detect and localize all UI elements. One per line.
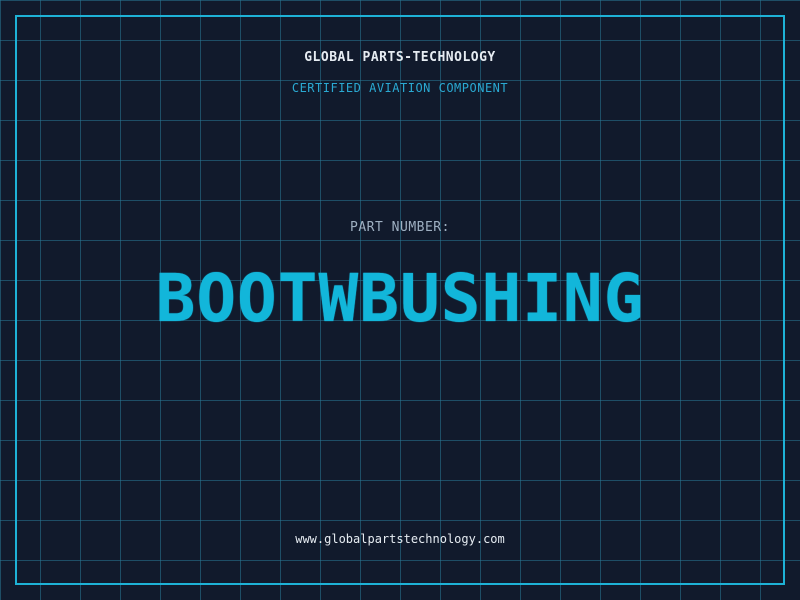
part-number-value: BOOTWBUSHING: [155, 260, 645, 337]
website-url: www.globalpartstechnology.com: [295, 532, 505, 546]
certificate-page: { "header": { "company": "GLOBAL PARTS-T…: [0, 0, 800, 600]
part-number-label: PART NUMBER:: [350, 220, 450, 235]
certification-subtitle: CERTIFIED AVIATION COMPONENT: [291, 81, 509, 95]
company-name: GLOBAL PARTS-TECHNOLOGY: [304, 50, 496, 65]
